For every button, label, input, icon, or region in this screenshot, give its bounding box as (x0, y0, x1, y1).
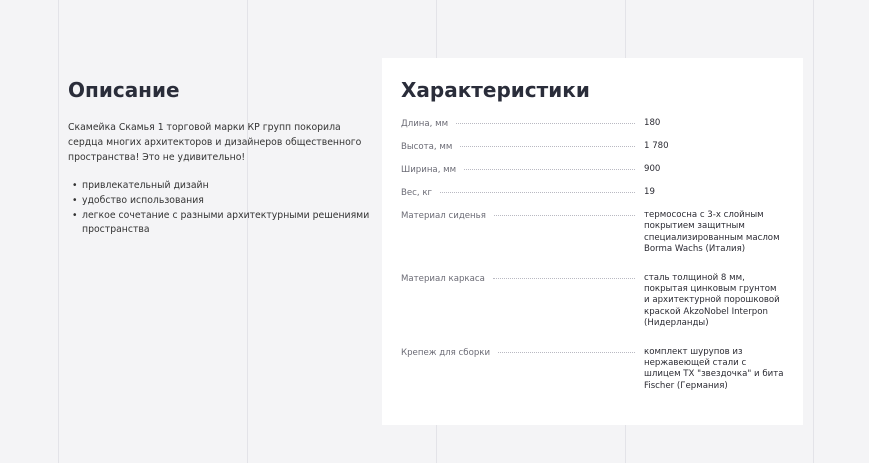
dot-leader (456, 123, 635, 124)
spec-row-length: Длина, мм 180 (401, 118, 784, 130)
feature-item: удобство использования (68, 194, 373, 209)
spec-value: 900 (644, 164, 661, 174)
grid-line (813, 0, 814, 463)
characteristics-card: Характеристики Длина, мм 180 Высота, мм … (382, 58, 803, 425)
description-title: Описание (68, 78, 180, 102)
dot-leader (493, 215, 635, 216)
spec-value: сталь толщиной 8 мм, покрытая цинковым г… (644, 272, 780, 329)
spec-row-frame-material: Материал каркаса сталь толщиной 8 мм, по… (401, 273, 784, 330)
description-section: Описание Скамейка Скамья 1 торговой марк… (68, 78, 373, 238)
description-text: Скамейка Скамья 1 торговой марки КР груп… (68, 122, 362, 163)
spec-name: Вес, кг (401, 188, 433, 198)
dot-leader (492, 277, 635, 279)
spec-value: комплект шурупов из нержавеющей стали с … (644, 346, 784, 391)
spec-name: Материал сиденья (401, 211, 486, 221)
feature-item: привлекательный дизайн (68, 179, 373, 194)
spec-row-seat-material: Материал сиденья термососна с 3-х слойны… (401, 210, 784, 256)
spec-name: Материал каркаса (401, 273, 485, 284)
dot-leader (440, 192, 635, 193)
spec-row-fasteners: Крепеж для сборки комплект шурупов из не… (401, 347, 784, 393)
dot-leader (498, 351, 635, 353)
spec-name: Ширина, мм (401, 165, 457, 175)
spec-value: 19 (644, 187, 655, 197)
spec-value: термососна с 3-х слойным покрытием защит… (644, 210, 780, 255)
dot-leader (460, 146, 635, 147)
spec-name: Крепеж для сборки (401, 347, 491, 358)
spec-value: 1 780 (644, 141, 669, 151)
dot-leader (464, 169, 635, 170)
spec-value: 180 (644, 118, 661, 128)
spec-row-width: Ширина, мм 900 (401, 164, 784, 176)
spec-list: Длина, мм 180 Высота, мм 1 780 Ширина, м… (401, 118, 784, 403)
grid-line (58, 0, 59, 463)
spec-name: Высота, мм (401, 142, 453, 152)
spec-row-height: Высота, мм 1 780 (401, 141, 784, 153)
feature-list: привлекательный дизайн удобство использо… (68, 179, 373, 237)
spec-row-weight: Вес, кг 19 (401, 187, 784, 199)
spec-name: Длина, мм (401, 119, 449, 129)
characteristics-title: Характеристики (401, 78, 590, 102)
feature-item: легкое сочетание с разными архитектурным… (68, 209, 373, 238)
